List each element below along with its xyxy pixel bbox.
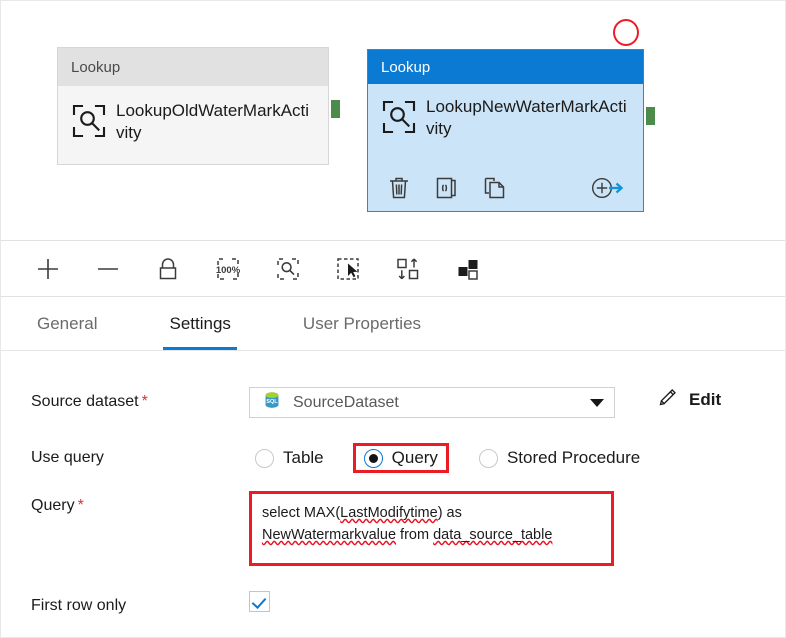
radio-query-mark — [363, 448, 383, 468]
radio-query[interactable]: Query — [352, 443, 449, 473]
activity-node-type-header: Lookup — [58, 48, 328, 86]
view-code-icon[interactable] — [434, 175, 460, 201]
use-query-label-text: Use query — [31, 449, 104, 466]
zoom-to-100-button[interactable]: 100% — [211, 252, 245, 286]
zoom-to-fit-button[interactable] — [271, 252, 305, 286]
radio-stored-procedure[interactable]: Stored Procedure — [473, 445, 646, 471]
radio-table-label: Table — [283, 448, 324, 467]
activity-node-type-label: Lookup — [71, 58, 121, 76]
lock-canvas-button[interactable] — [151, 252, 185, 286]
canvas-toolbar: 100% — [1, 242, 785, 297]
settings-tabstrip: General Settings User Properties — [1, 297, 785, 351]
zoom-in-button[interactable] — [31, 252, 65, 286]
tab-general[interactable]: General — [31, 297, 103, 350]
radio-table-mark — [255, 448, 274, 468]
select-all-button[interactable] — [331, 252, 365, 286]
pencil-icon — [657, 387, 678, 413]
query-line1-prefix: select MAX( — [262, 505, 341, 521]
activity-node-body-selected: LookupNewWaterMarkActivity — [368, 84, 643, 140]
first-row-only-row: First row only — [1, 591, 785, 621]
activity-output-connector[interactable] — [329, 98, 342, 120]
query-line2-middle: from — [396, 527, 434, 543]
red-circle-annotation — [613, 19, 639, 46]
required-marker: * — [141, 393, 148, 410]
activity-node-body: LookupOldWaterMarkActivity — [58, 86, 328, 144]
source-dataset-label-text: Source dataset — [31, 393, 139, 410]
layout-blocks-button[interactable] — [451, 252, 485, 286]
source-dataset-label: Source dataset * — [1, 387, 249, 417]
add-output-icon[interactable] — [589, 175, 625, 201]
query-label-text: Query — [31, 497, 75, 514]
auto-align-button[interactable] — [391, 252, 425, 286]
zoom-out-button[interactable] — [91, 252, 125, 286]
edit-dataset-button[interactable]: Edit — [657, 387, 721, 413]
pipeline-canvas[interactable]: Lookup LookupOldWaterMarkActivity Lookup… — [1, 1, 785, 241]
query-input[interactable]: select MAX(LastModifytime) as NewWatermar… — [249, 491, 614, 566]
pipeline-activity-editor: Lookup LookupOldWaterMarkActivity Lookup… — [0, 0, 786, 638]
activity-node-lookup-old-watermark[interactable]: Lookup LookupOldWaterMarkActivity — [57, 47, 329, 165]
use-query-label: Use query — [1, 443, 249, 473]
chevron-down-icon — [590, 398, 604, 407]
lookup-magnifier-icon — [380, 98, 418, 136]
tab-user-properties[interactable]: User Properties — [297, 297, 427, 350]
required-marker: * — [77, 497, 84, 514]
delete-activity-icon[interactable] — [386, 175, 412, 201]
activity-node-name: LookupOldWaterMarkActivity — [116, 101, 310, 142]
query-line2-misspelled-a: NewWatermarkvalue — [262, 527, 397, 543]
radio-query-label: Query — [391, 448, 438, 467]
source-dataset-dropdown[interactable]: SQL SourceDataset — [249, 387, 615, 418]
activity-output-connector-selected[interactable] — [644, 105, 657, 127]
tab-user-properties-label: User Properties — [302, 313, 422, 333]
zoom-100-percent-icon: 100% — [216, 265, 241, 276]
activity-node-type-header-selected: Lookup — [368, 50, 643, 84]
source-dataset-row: Source dataset * SQL SourceDataset Edit — [1, 387, 785, 418]
source-dataset-value: SourceDataset — [293, 393, 399, 411]
radio-table[interactable]: Table — [249, 445, 330, 471]
svg-text:SQL: SQL — [266, 399, 278, 405]
activity-node-action-bar — [368, 175, 643, 201]
activity-node-lookup-new-watermark[interactable]: Lookup LookupNewWaterMarkActivity — [367, 49, 644, 212]
query-line1-suffix: ) as — [437, 505, 462, 521]
duplicate-activity-icon[interactable] — [482, 175, 508, 201]
lookup-magnifier-icon — [70, 102, 108, 140]
query-line2-misspelled-b: data_source_table — [433, 527, 553, 543]
tab-settings[interactable]: Settings — [163, 297, 238, 350]
use-query-row: Use query Table Query Stored Procedure — [1, 443, 785, 473]
settings-form: Source dataset * SQL SourceDataset Edit … — [1, 351, 785, 637]
query-label: Query * — [1, 491, 249, 521]
query-line1-misspelled: LastModifytime — [340, 505, 438, 521]
tab-settings-label: Settings — [169, 313, 231, 333]
first-row-only-label-text: First row only — [31, 597, 127, 614]
activity-node-type-label-selected: Lookup — [381, 58, 431, 76]
edit-dataset-label: Edit — [689, 390, 722, 409]
use-query-radio-group: Table Query Stored Procedure — [249, 443, 674, 473]
activity-node-name-selected: LookupNewWaterMarkActivity — [426, 97, 627, 138]
radio-stored-procedure-mark — [478, 448, 498, 468]
first-row-only-label: First row only — [1, 591, 249, 621]
radio-stored-procedure-label: Stored Procedure — [506, 448, 641, 467]
query-row: Query * select MAX(LastModifytime) as NewW… — [1, 491, 785, 566]
first-row-only-checkbox[interactable] — [249, 591, 270, 612]
tab-general-label: General — [37, 313, 98, 333]
sql-database-icon: SQL — [262, 390, 282, 415]
